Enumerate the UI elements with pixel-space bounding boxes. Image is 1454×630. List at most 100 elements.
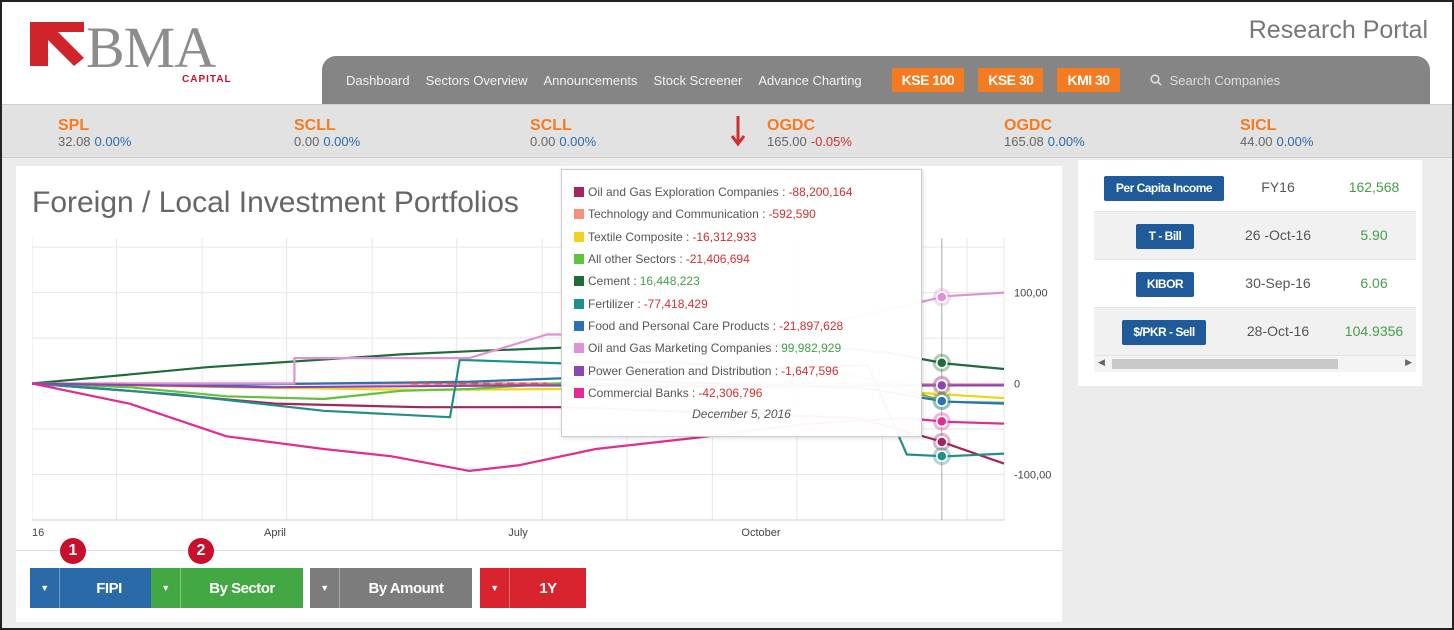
ticker-symbol: SICL [1240,117,1277,134]
main-navbar: Dashboard Sectors Overview Announcements… [322,56,1430,104]
ticker-price: 32.08 [58,134,91,149]
tooltip-date: December 5, 2016 [692,406,791,421]
bma-capital-logo[interactable]: BMA CAPITAL [30,15,250,90]
ticker-change: 0.00% [323,134,361,149]
kse30-button[interactable]: KSE 30 [978,68,1044,92]
scroll-right-icon[interactable]: ▶ [1405,357,1412,368]
x-tick-label: April [264,527,286,539]
series-name: Cement [588,274,631,289]
series-value: -592,590 [768,207,816,222]
ticker-change: 0.00% [94,134,132,149]
kmi30-button[interactable]: KMI 30 [1057,68,1120,92]
caret-down-icon: ▼ [310,568,340,608]
series-name: All other Sectors [588,252,677,267]
ticker-change: 0.00% [559,134,597,149]
nav-advance-charting[interactable]: Advance Charting [758,73,861,88]
indicator-button[interactable]: T - Bill [1136,224,1194,249]
button-label: By Sector [209,579,275,597]
ticker-item[interactable]: SICL 44.00 0.00% [1240,117,1313,149]
by-sector-dropdown-button[interactable]: ▼ By Sector [151,568,303,608]
indicator-date: FY16 [1261,179,1295,195]
x-tick-label: July [508,527,528,539]
search-box[interactable] [1149,72,1330,88]
ticker-change: 0.00% [1276,134,1314,149]
search-input[interactable] [1169,72,1330,88]
step-badge-2: 2 [188,538,214,564]
indicator-button[interactable]: Per Capita Income [1104,176,1224,201]
ticker-item[interactable]: SCLL 0.00 0.00% [530,117,596,149]
nav-dashboard[interactable]: Dashboard [346,73,410,88]
series-name: Power Generation and Distribution [588,363,772,378]
series-marker [936,357,948,369]
tooltip-row: Commercial Banks : -42,306,796 [574,382,921,404]
series-swatch [574,387,584,398]
ticker-item[interactable]: SPL 32.08 0.00% [58,117,131,149]
y-tick-label: 0 [1014,379,1020,391]
ticker-change: -0.05% [810,134,852,149]
indicator-button[interactable]: KIBOR [1136,272,1194,297]
ticker-bar: SPL 32.08 0.00% SCLL 0.00 0.00% SCLL 0.00 0… [0,104,1454,158]
series-swatch [574,254,584,265]
series-marker [936,415,948,428]
series-value: -21,897,628 [779,318,844,333]
indicator-value: 104.9356 [1344,323,1404,339]
scroll-left-icon[interactable]: ◀ [1098,357,1105,368]
ticker-item[interactable]: OGDC 165.08 0.00% [1004,117,1085,149]
series-swatch [574,231,584,242]
tooltip-row: Fertilizer : -77,418,429 [574,292,921,314]
series-name: Food and Personal Care Products [588,318,770,333]
logo-subtitle: CAPITAL [182,74,232,85]
nav-announcements[interactable]: Announcements [543,73,637,88]
ticker-price: 0.00 [294,134,320,149]
ticker-price: 165.08 [1004,134,1044,149]
ticker-item[interactable]: SCLL 0.00 0.00% [294,117,360,149]
panel-title: Foreign / Local Investment Portfolios [32,186,519,219]
series-name: Commercial Banks [588,385,689,400]
down-arrow-icon [730,116,746,147]
caret-down-icon: ▼ [151,568,181,608]
series-value: 16,448,223 [639,274,700,289]
series-value: -16,312,933 [692,229,757,244]
series-swatch [574,343,584,354]
kse100-button[interactable]: KSE 100 [891,68,965,92]
series-swatch [574,187,584,198]
indicator-row: KIBOR 30-Sep-16 6.06 [1094,260,1416,308]
caret-down-icon: ▼ [30,568,60,608]
ticker-symbol: SCLL [530,117,572,134]
indicator-row: Per Capita Income FY16 162,568 [1094,164,1416,212]
tooltip-row: Food and Personal Care Products : -21,89… [574,315,921,337]
button-label: FIPI [96,579,122,597]
tooltip-row: All other Sectors : -21,406,694 [574,248,921,270]
period-dropdown-button[interactable]: ▼ 1Y [480,568,586,608]
economic-indicators-panel: Per Capita Income FY16 162,568 T - Bill … [1078,160,1422,386]
ticker-symbol: SPL [58,117,90,134]
series-swatch [574,209,584,220]
nav-stock-screener[interactable]: Stock Screener [653,73,742,88]
indicator-value: 5.90 [1360,227,1388,243]
fipi-dropdown-button[interactable]: ▼ FIPI [30,568,158,608]
x-tick-label: October [741,527,780,539]
portal-title: Research Portal [1248,16,1428,44]
series-value: -21,406,694 [685,252,750,267]
ticker-change: 0.00% [1047,134,1085,149]
scrollbar-thumb[interactable] [1112,359,1338,369]
indicator-button[interactable]: $/PKR - Sell [1122,320,1206,345]
series-name: Textile Composite [588,229,683,244]
indicator-value: 6.06 [1360,275,1388,291]
ticker-price: 44.00 [1240,134,1273,149]
series-value: 99,982,929 [781,341,842,356]
tooltip-row: Oil and Gas Exploration Companies : -88,… [574,181,921,203]
by-amount-dropdown-button[interactable]: ▼ By Amount [310,568,472,608]
indicator-row: T - Bill 26 -Oct-16 5.90 [1094,212,1416,260]
series-swatch [574,298,584,309]
ticker-item[interactable]: OGDC 165.00 -0.05% [767,117,852,149]
indicator-value: 162,568 [1348,179,1400,195]
series-value: -42,306,796 [698,385,763,400]
series-name: Technology and Communication [588,207,759,222]
ticker-symbol: OGDC [1004,117,1052,134]
series-marker [936,395,948,407]
logo-arrow-icon [30,22,84,66]
horizontal-scrollbar[interactable]: ◀ ▶ [1094,356,1416,372]
nav-sectors-overview[interactable]: Sectors Overview [426,73,528,88]
series-swatch [574,365,584,376]
